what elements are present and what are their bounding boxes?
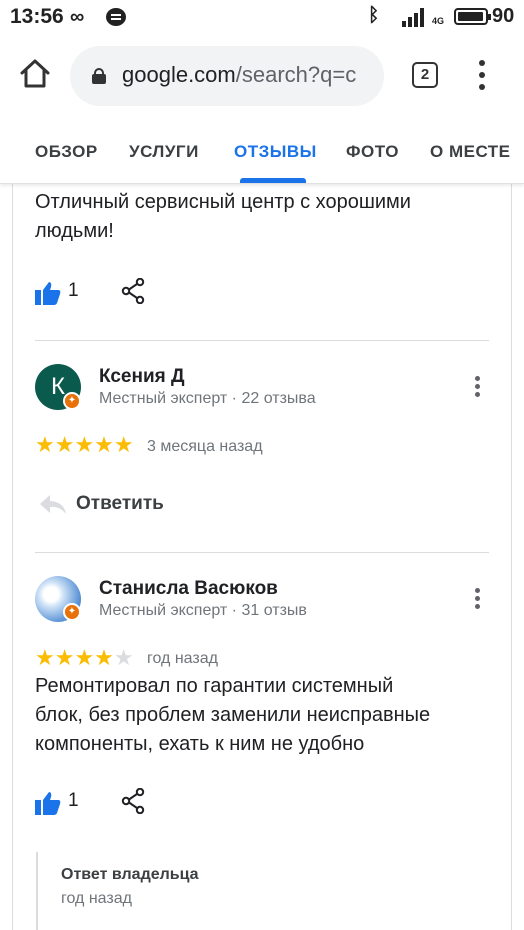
address-bar[interactable]: google.com/search?q=c — [70, 46, 384, 106]
reviewer-name[interactable]: Станисла Васюков — [99, 578, 278, 600]
reply-button[interactable]: Ответить — [38, 490, 188, 520]
review-date: год назад — [147, 650, 218, 667]
status-bar: 13:56 ∞ ᛒ 4G 90 — [0, 0, 524, 34]
review-text: Ремонтировал по гарантии системный блок,… — [35, 672, 430, 759]
stars-filled: ★★★★★ — [35, 432, 134, 457]
lock-icon — [92, 68, 106, 84]
review-menu-icon[interactable] — [472, 588, 484, 610]
thumbs-up-icon[interactable] — [35, 281, 61, 305]
tab-photos[interactable]: ФОТО — [346, 142, 399, 162]
review-actions: 1 — [35, 278, 175, 308]
home-icon[interactable] — [18, 56, 52, 90]
review-date: 3 месяца назад — [147, 438, 263, 455]
tab-reviews[interactable]: ОТЗЫВЫ — [234, 142, 317, 162]
thumbs-up-icon[interactable] — [35, 791, 61, 815]
browser-menu-icon[interactable] — [474, 60, 490, 90]
tab-switcher-button[interactable]: 2 — [412, 62, 438, 88]
reviewer-name[interactable]: Ксения Д — [99, 366, 185, 388]
review-text: Отличный сервисный центр с хорошими людь… — [35, 188, 411, 246]
reply-icon — [40, 495, 66, 514]
review-text-line: компоненты, ехать к ним не удобно — [35, 733, 365, 755]
review-menu-icon[interactable] — [472, 376, 484, 398]
review-actions: 1 — [35, 788, 175, 818]
local-guide-badge-icon: ✦ — [63, 603, 81, 621]
reviewer-meta: Местный эксперт · 31 отзыв — [99, 602, 307, 619]
review-text-line: Ремонтировал по гарантии системный — [35, 675, 394, 697]
like-count: 1 — [68, 790, 79, 811]
url-text[interactable]: google.com/search?q=c — [122, 62, 377, 88]
infinity-icon: ∞ — [70, 6, 85, 28]
review-text-line: Отличный сервисный центр с хорошими — [35, 191, 411, 213]
browser-toolbar: google.com/search?q=c 2 — [0, 34, 524, 116]
star-rating: ★★★★★ — [35, 434, 134, 456]
review-divider — [35, 340, 489, 341]
tab-services[interactable]: УСЛУГИ — [129, 142, 199, 162]
battery-icon — [454, 8, 491, 25]
star-rating: ★★★★★ — [35, 647, 134, 669]
reviewer-meta: Местный эксперт · 22 отзыва — [99, 390, 316, 407]
owner-response-title: Ответ владельца — [61, 866, 199, 883]
stars-filled: ★★★★ — [35, 645, 114, 670]
review-text-line: блок, без проблем заменили неисправные — [35, 704, 431, 726]
reply-label: Ответить — [76, 493, 164, 514]
local-guide-badge-icon: ✦ — [63, 392, 81, 410]
url-host: google.com — [122, 62, 236, 87]
network-type: 4G — [432, 16, 445, 26]
signal-icon — [398, 7, 428, 27]
place-tabs: ОБЗОР УСЛУГИ ОТЗЫВЫ ФОТО О МЕСТЕ — [0, 116, 524, 184]
review-divider — [35, 552, 489, 553]
active-tab-indicator — [240, 178, 306, 183]
owner-response-date: год назад — [61, 890, 132, 907]
url-path: /search?q=c — [235, 62, 357, 87]
battery-percent: 90 — [492, 5, 515, 27]
review-text-line: людьми! — [35, 220, 114, 242]
like-count: 1 — [68, 280, 79, 301]
status-time: 13:56 — [10, 5, 64, 28]
share-icon[interactable] — [121, 278, 145, 304]
tab-about[interactable]: О МЕСТЕ — [430, 142, 511, 162]
tab-overview[interactable]: ОБЗОР — [35, 142, 98, 162]
stars-empty: ★ — [113, 645, 134, 670]
bluetooth-icon: ᛒ — [368, 5, 380, 26]
share-icon[interactable] — [121, 788, 145, 814]
owner-response: Ответ владельца год назад — [36, 852, 489, 930]
chat-notification-icon — [106, 8, 126, 26]
